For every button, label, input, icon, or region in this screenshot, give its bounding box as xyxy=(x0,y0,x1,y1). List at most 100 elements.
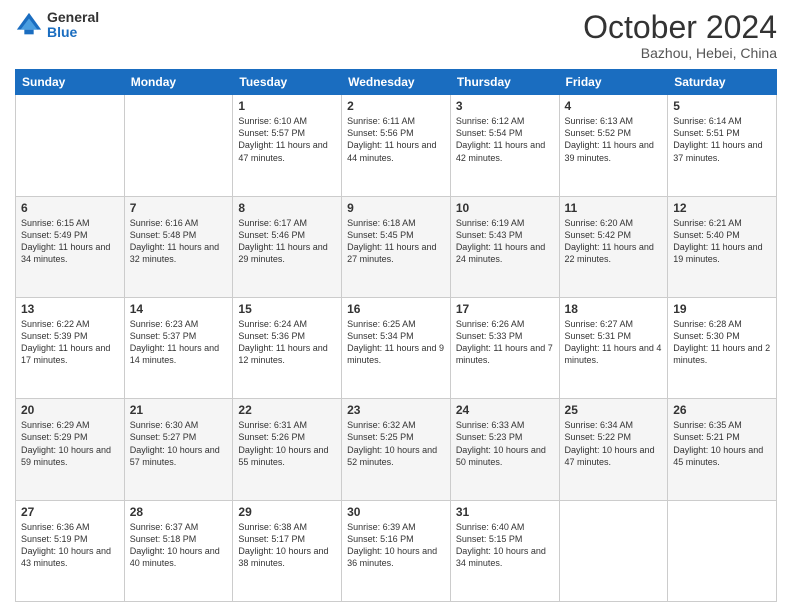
page: General Blue October 2024 Bazhou, Hebei,… xyxy=(0,0,792,612)
day-number: 21 xyxy=(130,403,228,417)
day-number: 6 xyxy=(21,201,119,215)
calendar-week-4: 20 Sunrise: 6:29 AMSunset: 5:29 PMDayligh… xyxy=(16,399,777,500)
cell-info: Sunrise: 6:35 AMSunset: 5:21 PMDaylight:… xyxy=(673,420,763,466)
logo-text: General Blue xyxy=(47,10,99,41)
title-block: October 2024 Bazhou, Hebei, China xyxy=(583,10,777,61)
calendar-cell: 15 Sunrise: 6:24 AMSunset: 5:36 PMDayligh… xyxy=(233,297,342,398)
calendar-cell: 16 Sunrise: 6:25 AMSunset: 5:34 PMDayligh… xyxy=(342,297,451,398)
calendar-cell: 7 Sunrise: 6:16 AMSunset: 5:48 PMDaylight… xyxy=(124,196,233,297)
day-number: 22 xyxy=(238,403,336,417)
cell-info: Sunrise: 6:10 AMSunset: 5:57 PMDaylight:… xyxy=(238,116,327,162)
day-number: 12 xyxy=(673,201,771,215)
cell-info: Sunrise: 6:30 AMSunset: 5:27 PMDaylight:… xyxy=(130,420,220,466)
calendar-cell: 13 Sunrise: 6:22 AMSunset: 5:39 PMDayligh… xyxy=(16,297,125,398)
calendar-cell: 26 Sunrise: 6:35 AMSunset: 5:21 PMDayligh… xyxy=(668,399,777,500)
header: General Blue October 2024 Bazhou, Hebei,… xyxy=(15,10,777,61)
calendar-cell: 9Sunrise: 6:18 AMSunset: 5:45 PMDaylight… xyxy=(342,196,451,297)
day-number: 31 xyxy=(456,505,554,519)
calendar-cell: 25Sunrise: 6:34 AMSunset: 5:22 PMDayligh… xyxy=(559,399,668,500)
day-number: 10 xyxy=(456,201,554,215)
cell-info: Sunrise: 6:33 AMSunset: 5:23 PMDaylight:… xyxy=(456,420,546,466)
cell-info: Sunrise: 6:19 AMSunset: 5:43 PMDaylight:… xyxy=(456,218,545,264)
calendar-week-2: 6 Sunrise: 6:15 AMSunset: 5:49 PMDaylight… xyxy=(16,196,777,297)
cell-info: Sunrise: 6:37 AMSunset: 5:18 PMDaylight:… xyxy=(130,522,220,568)
calendar-cell: 30 Sunrise: 6:39 AMSunset: 5:16 PMDayligh… xyxy=(342,500,451,601)
day-number: 1 xyxy=(238,99,336,113)
day-header-tuesday: Tuesday xyxy=(233,70,342,95)
day-number: 26 xyxy=(673,403,771,417)
location: Bazhou, Hebei, China xyxy=(583,45,777,61)
cell-info: Sunrise: 6:31 AMSunset: 5:26 PMDaylight:… xyxy=(238,420,328,466)
calendar-cell: 27Sunrise: 6:36 AMSunset: 5:19 PMDayligh… xyxy=(16,500,125,601)
day-number: 16 xyxy=(347,302,445,316)
day-number: 20 xyxy=(21,403,119,417)
day-number: 9 xyxy=(347,201,445,215)
cell-info: Sunrise: 6:23 AMSunset: 5:37 PMDaylight:… xyxy=(130,319,219,365)
day-number: 4 xyxy=(565,99,663,113)
calendar-cell: 28 Sunrise: 6:37 AMSunset: 5:18 PMDayligh… xyxy=(124,500,233,601)
cell-info: Sunrise: 6:15 AMSunset: 5:49 PMDaylight:… xyxy=(21,218,110,264)
cell-info: Sunrise: 6:17 AMSunset: 5:46 PMDaylight:… xyxy=(238,218,327,264)
day-number: 24 xyxy=(456,403,554,417)
cell-info: Sunrise: 6:24 AMSunset: 5:36 PMDaylight:… xyxy=(238,319,327,365)
day-header-saturday: Saturday xyxy=(668,70,777,95)
calendar-cell: 17Sunrise: 6:26 AMSunset: 5:33 PMDayligh… xyxy=(450,297,559,398)
calendar-cell: 24 Sunrise: 6:33 AMSunset: 5:23 PMDayligh… xyxy=(450,399,559,500)
day-number: 5 xyxy=(673,99,771,113)
day-number: 11 xyxy=(565,201,663,215)
calendar-cell: 6 Sunrise: 6:15 AMSunset: 5:49 PMDaylight… xyxy=(16,196,125,297)
calendar-week-1: 1 Sunrise: 6:10 AMSunset: 5:57 PMDaylight… xyxy=(16,95,777,196)
calendar-cell: 23Sunrise: 6:32 AMSunset: 5:25 PMDayligh… xyxy=(342,399,451,500)
cell-info: Sunrise: 6:39 AMSunset: 5:16 PMDaylight:… xyxy=(347,522,437,568)
cell-info: Sunrise: 6:22 AMSunset: 5:39 PMDaylight:… xyxy=(21,319,110,365)
day-number: 13 xyxy=(21,302,119,316)
day-number: 30 xyxy=(347,505,445,519)
day-number: 14 xyxy=(130,302,228,316)
calendar-cell: 18 Sunrise: 6:27 AMSunset: 5:31 PMDayligh… xyxy=(559,297,668,398)
calendar-cell: 5 Sunrise: 6:14 AMSunset: 5:51 PMDaylight… xyxy=(668,95,777,196)
day-header-friday: Friday xyxy=(559,70,668,95)
day-header-sunday: Sunday xyxy=(16,70,125,95)
day-number: 15 xyxy=(238,302,336,316)
cell-info: Sunrise: 6:40 AMSunset: 5:15 PMDaylight:… xyxy=(456,522,546,568)
day-number: 27 xyxy=(21,505,119,519)
cell-info: Sunrise: 6:34 AMSunset: 5:22 PMDaylight:… xyxy=(565,420,655,466)
cell-info: Sunrise: 6:25 AMSunset: 5:34 PMDaylight:… xyxy=(347,319,444,365)
day-number: 8 xyxy=(238,201,336,215)
cell-info: Sunrise: 6:27 AMSunset: 5:31 PMDaylight:… xyxy=(565,319,662,365)
calendar-cell: 19Sunrise: 6:28 AMSunset: 5:30 PMDayligh… xyxy=(668,297,777,398)
day-number: 29 xyxy=(238,505,336,519)
calendar-header-row: SundayMondayTuesdayWednesdayThursdayFrid… xyxy=(16,70,777,95)
cell-info: Sunrise: 6:16 AMSunset: 5:48 PMDaylight:… xyxy=(130,218,219,264)
day-number: 28 xyxy=(130,505,228,519)
logo-icon xyxy=(15,11,43,39)
calendar-cell: 10 Sunrise: 6:19 AMSunset: 5:43 PMDayligh… xyxy=(450,196,559,297)
calendar-cell: 2Sunrise: 6:11 AMSunset: 5:56 PMDaylight… xyxy=(342,95,451,196)
cell-info: Sunrise: 6:11 AMSunset: 5:56 PMDaylight:… xyxy=(347,116,436,162)
calendar-cell: 14 Sunrise: 6:23 AMSunset: 5:37 PMDayligh… xyxy=(124,297,233,398)
cell-info: Sunrise: 6:29 AMSunset: 5:29 PMDaylight:… xyxy=(21,420,111,466)
calendar-week-3: 13 Sunrise: 6:22 AMSunset: 5:39 PMDayligh… xyxy=(16,297,777,398)
calendar-cell: 4 Sunrise: 6:13 AMSunset: 5:52 PMDaylight… xyxy=(559,95,668,196)
calendar-cell: 3Sunrise: 6:12 AMSunset: 5:54 PMDaylight… xyxy=(450,95,559,196)
cell-info: Sunrise: 6:21 AMSunset: 5:40 PMDaylight:… xyxy=(673,218,762,264)
calendar-cell: 12 Sunrise: 6:21 AMSunset: 5:40 PMDayligh… xyxy=(668,196,777,297)
day-number: 17 xyxy=(456,302,554,316)
cell-info: Sunrise: 6:32 AMSunset: 5:25 PMDaylight:… xyxy=(347,420,437,466)
day-number: 19 xyxy=(673,302,771,316)
day-number: 18 xyxy=(565,302,663,316)
cell-info: Sunrise: 6:13 AMSunset: 5:52 PMDaylight:… xyxy=(565,116,654,162)
calendar-table: SundayMondayTuesdayWednesdayThursdayFrid… xyxy=(15,69,777,602)
calendar-cell: 22 Sunrise: 6:31 AMSunset: 5:26 PMDayligh… xyxy=(233,399,342,500)
calendar-cell xyxy=(668,500,777,601)
calendar-cell: 8 Sunrise: 6:17 AMSunset: 5:46 PMDaylight… xyxy=(233,196,342,297)
day-header-wednesday: Wednesday xyxy=(342,70,451,95)
day-number: 7 xyxy=(130,201,228,215)
calendar-cell: 29Sunrise: 6:38 AMSunset: 5:17 PMDayligh… xyxy=(233,500,342,601)
calendar-cell: 1 Sunrise: 6:10 AMSunset: 5:57 PMDaylight… xyxy=(233,95,342,196)
cell-info: Sunrise: 6:14 AMSunset: 5:51 PMDaylight:… xyxy=(673,116,762,162)
cell-info: Sunrise: 6:20 AMSunset: 5:42 PMDaylight:… xyxy=(565,218,654,264)
calendar-cell: 21 Sunrise: 6:30 AMSunset: 5:27 PMDayligh… xyxy=(124,399,233,500)
calendar-cell: 11 Sunrise: 6:20 AMSunset: 5:42 PMDayligh… xyxy=(559,196,668,297)
logo: General Blue xyxy=(15,10,99,41)
